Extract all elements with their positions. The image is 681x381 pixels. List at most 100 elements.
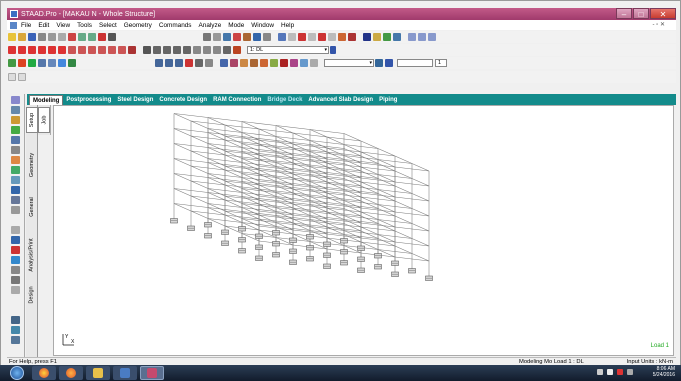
load-label-icon[interactable] bbox=[290, 59, 298, 67]
copy-icon[interactable] bbox=[58, 33, 66, 41]
menu-analyze[interactable]: Analyze bbox=[199, 22, 222, 29]
snap-grid-icon[interactable] bbox=[18, 59, 26, 67]
undo-icon[interactable] bbox=[78, 33, 86, 41]
beam-number-icon[interactable] bbox=[230, 59, 238, 67]
support-cursor-icon[interactable] bbox=[98, 46, 106, 54]
mdi-controls[interactable]: - ▫ ✕ bbox=[653, 21, 666, 28]
tab-concrete-design[interactable]: Concrete Design bbox=[156, 95, 210, 105]
load-cursor-icon[interactable] bbox=[108, 46, 116, 54]
tab-ram-connection[interactable]: RAM Connection bbox=[210, 95, 264, 105]
snap-icon[interactable] bbox=[223, 33, 231, 41]
solid-icon[interactable] bbox=[308, 33, 316, 41]
side-tab-geometry[interactable]: Geometry bbox=[26, 145, 38, 185]
view-icon[interactable] bbox=[300, 59, 308, 67]
clock[interactable]: 8:06 AM 5/24/2016 bbox=[653, 366, 675, 378]
support-table-icon[interactable] bbox=[11, 176, 20, 184]
structure-icon[interactable] bbox=[11, 116, 20, 124]
flag-icon[interactable] bbox=[617, 369, 623, 375]
previous-view-icon[interactable] bbox=[203, 46, 211, 54]
connection-cursor-icon[interactable] bbox=[128, 46, 136, 54]
redo-icon[interactable] bbox=[88, 33, 96, 41]
menu-tools[interactable]: Tools bbox=[77, 22, 92, 29]
concrete-design-icon[interactable] bbox=[11, 266, 20, 274]
mirror-icon[interactable] bbox=[338, 33, 346, 41]
geometry-cursor-icon[interactable] bbox=[58, 46, 66, 54]
zoom-out-icon[interactable] bbox=[163, 46, 171, 54]
numeric-input[interactable] bbox=[397, 59, 433, 67]
camera-icon[interactable] bbox=[253, 33, 261, 41]
group-cursor-icon[interactable] bbox=[88, 46, 96, 54]
menu-window[interactable]: Window bbox=[251, 22, 274, 29]
parallel-cursor-icon[interactable] bbox=[68, 46, 76, 54]
load-case-icon[interactable] bbox=[233, 46, 241, 54]
new-icon[interactable] bbox=[8, 33, 16, 41]
taskbar-firefox[interactable] bbox=[59, 366, 83, 380]
misc-icon[interactable] bbox=[11, 206, 20, 214]
results-icon[interactable] bbox=[11, 336, 20, 344]
material-icon[interactable] bbox=[393, 33, 401, 41]
footing-design-icon[interactable] bbox=[11, 286, 20, 294]
rotate-x-icon[interactable] bbox=[155, 59, 163, 67]
side-tab-design[interactable]: Design bbox=[26, 281, 38, 309]
tab-piping[interactable]: Piping bbox=[376, 95, 400, 105]
tab-modeling[interactable]: Modeling bbox=[29, 95, 64, 105]
support-label-icon[interactable] bbox=[280, 59, 288, 67]
structure-model[interactable] bbox=[54, 106, 673, 355]
delete-icon[interactable] bbox=[68, 33, 76, 41]
report-setup-icon[interactable] bbox=[11, 326, 20, 334]
menu-mode[interactable]: Mode bbox=[228, 22, 244, 29]
load-icon[interactable] bbox=[58, 59, 66, 67]
label-icon[interactable] bbox=[263, 33, 271, 41]
menu-help[interactable]: Help bbox=[281, 22, 294, 29]
menu-file[interactable]: File bbox=[21, 22, 31, 29]
rotate-icon[interactable] bbox=[328, 33, 336, 41]
solids-cursor-icon[interactable] bbox=[38, 46, 46, 54]
taskbar-explorer[interactable] bbox=[86, 366, 110, 380]
start-button[interactable] bbox=[10, 366, 24, 380]
steel-design-icon[interactable] bbox=[11, 256, 20, 264]
mass-cursor-icon[interactable] bbox=[118, 46, 126, 54]
plate-number-icon[interactable] bbox=[240, 59, 248, 67]
cut-section-icon[interactable] bbox=[310, 59, 318, 67]
side-tab-analysis-print[interactable]: Analysis/Print bbox=[26, 231, 38, 279]
rotate-y-icon[interactable] bbox=[165, 59, 173, 67]
zoom-in-icon[interactable] bbox=[153, 46, 161, 54]
help-icon[interactable] bbox=[385, 59, 393, 67]
print-icon[interactable] bbox=[38, 33, 46, 41]
plates-cursor-icon[interactable] bbox=[28, 46, 36, 54]
pointer-icon[interactable] bbox=[108, 33, 116, 41]
network-icon[interactable] bbox=[627, 369, 633, 375]
move-icon[interactable] bbox=[318, 33, 326, 41]
arrange-icon[interactable] bbox=[428, 33, 436, 41]
spec-icon[interactable] bbox=[11, 166, 20, 174]
help-icon[interactable] bbox=[330, 46, 336, 54]
save-icon[interactable] bbox=[28, 33, 36, 41]
load-table-icon[interactable] bbox=[11, 186, 20, 194]
tab-bridge-deck[interactable]: Bridge Deck bbox=[264, 95, 305, 105]
surfaces-cursor-icon[interactable] bbox=[48, 46, 56, 54]
open-icon[interactable] bbox=[18, 33, 26, 41]
tab-postprocessing[interactable]: Postprocessing bbox=[63, 95, 114, 105]
property-color-icon[interactable] bbox=[270, 59, 278, 67]
analysis-table-icon[interactable] bbox=[11, 226, 20, 234]
taskbar-app[interactable] bbox=[113, 366, 137, 380]
report-icon[interactable] bbox=[213, 33, 221, 41]
model-viewport[interactable]: Y X Load 1 bbox=[53, 105, 674, 356]
beams-cursor-icon[interactable] bbox=[18, 46, 26, 54]
menu-geometry[interactable]: Geometry bbox=[124, 22, 152, 29]
side-view-icon[interactable] bbox=[205, 59, 213, 67]
side-tab-job[interactable]: Job bbox=[38, 107, 50, 133]
taskbar-staad[interactable] bbox=[140, 366, 164, 380]
local-axis-icon[interactable] bbox=[250, 59, 258, 67]
print-table-icon[interactable] bbox=[11, 236, 20, 244]
timber-design-icon[interactable] bbox=[11, 276, 20, 284]
query-icon[interactable] bbox=[223, 46, 231, 54]
side-tab-setup[interactable]: Setup bbox=[26, 107, 38, 133]
node-icon[interactable] bbox=[278, 33, 286, 41]
isometric-icon[interactable] bbox=[185, 59, 193, 67]
support-icon[interactable] bbox=[48, 59, 56, 67]
material-table-icon[interactable] bbox=[11, 196, 20, 204]
data-page-icon[interactable] bbox=[18, 73, 26, 81]
properties-icon[interactable] bbox=[8, 73, 16, 81]
tab-advanced-slab-design[interactable]: Advanced Slab Design bbox=[305, 95, 376, 105]
